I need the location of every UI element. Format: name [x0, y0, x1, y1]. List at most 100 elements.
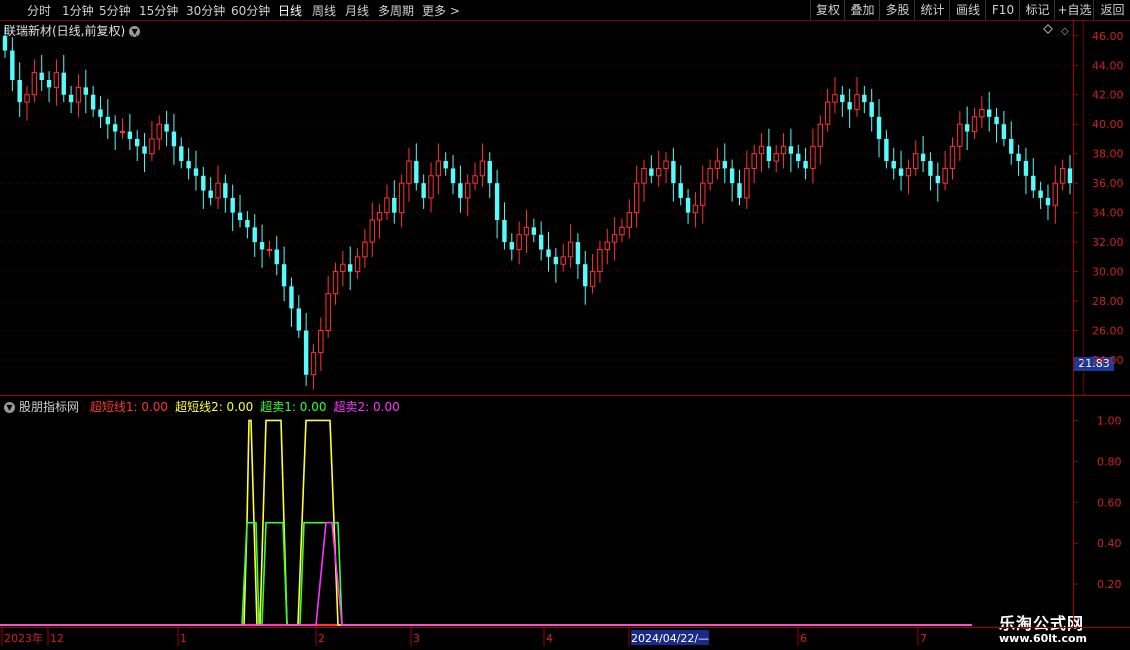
indicator-line-2	[0, 521, 972, 626]
candle-body-84	[619, 226, 625, 236]
candle-body-93	[685, 197, 691, 213]
candle-body-89	[655, 167, 662, 177]
candle-body-69	[509, 242, 514, 250]
candle-body-126	[928, 161, 933, 176]
candle-body-135	[994, 116, 999, 125]
candle-body-9	[68, 94, 74, 103]
candle-body-25	[186, 161, 191, 169]
candle-body-141	[1038, 190, 1043, 198]
candle-body-102	[751, 153, 757, 169]
candle-body-14	[105, 116, 111, 125]
candle-body-108	[796, 153, 801, 162]
candle-body-15	[112, 124, 118, 132]
candle-body-47	[348, 264, 353, 272]
candle-body-23	[171, 131, 177, 147]
candle-body-97	[714, 160, 721, 169]
candle-body-56	[414, 161, 419, 184]
candle-body-48	[354, 256, 361, 273]
timeline-label-4: 3	[413, 632, 420, 645]
candle-body-74	[546, 249, 551, 257]
candle-body-49	[362, 241, 368, 258]
candle-body-24	[179, 146, 184, 162]
candle-body-67	[494, 183, 500, 221]
candle-body-77	[567, 241, 574, 258]
candle-body-104	[766, 146, 772, 162]
timeline-label-0: 2023年	[4, 631, 43, 645]
candle-body-138	[1016, 153, 1021, 162]
candle-body-21	[156, 123, 162, 140]
ind-tick-label-4: 1.00	[1097, 414, 1122, 427]
price-tick-label-5: 34.00	[1092, 207, 1124, 220]
candle-body-127	[935, 175, 940, 184]
candle-body-51	[376, 212, 383, 221]
candle-body-61	[450, 168, 456, 184]
candle-body-11	[83, 87, 88, 95]
candle-body-58	[428, 175, 434, 199]
candle-body-62	[458, 183, 463, 198]
candle-body-38	[281, 264, 287, 287]
candle-body-86	[633, 182, 640, 214]
price-tick-label-8: 40.00	[1092, 118, 1124, 131]
candle-body-129	[949, 145, 956, 169]
candle-body-66	[487, 161, 492, 184]
candle-body-143	[1052, 182, 1059, 206]
price-tick-label-0: 24.00	[1092, 354, 1124, 367]
candle-body-26	[193, 168, 199, 176]
price-tick-label-9: 42.00	[1092, 89, 1124, 102]
candle-body-114	[840, 94, 845, 103]
candle-body-88	[649, 168, 654, 176]
candle-body-20	[149, 138, 155, 155]
candle-body-63	[465, 182, 471, 199]
price-tick-label-6: 36.00	[1092, 177, 1124, 190]
candle-body-0	[2, 35, 8, 51]
candle-body-50	[369, 219, 375, 243]
price-tick-label-4: 32.00	[1092, 236, 1124, 249]
price-tick-label-11: 46.00	[1092, 30, 1124, 43]
chart-canvas: ◇24.0026.0028.0030.0032.0034.0036.0038.0…	[0, 20, 1130, 646]
ind-tick-label-3: 0.80	[1097, 455, 1122, 468]
candle-body-64	[472, 175, 478, 184]
candle-body-53	[392, 197, 397, 213]
candle-body-30	[223, 183, 228, 198]
candle-body-54	[398, 182, 405, 214]
ind-tick-label-1: 0.40	[1097, 537, 1122, 550]
candle-body-75	[553, 256, 559, 265]
candle-body-112	[824, 101, 831, 125]
candle-body-8	[61, 72, 66, 95]
candle-body-35	[259, 242, 265, 250]
candle-body-57	[421, 183, 426, 198]
indicator-line-3	[0, 521, 972, 626]
candle-body-68	[502, 220, 507, 243]
price-tick-label-7: 38.00	[1092, 148, 1124, 161]
candle-body-33	[245, 220, 250, 228]
candle-body-5	[39, 72, 44, 81]
candle-body-101	[744, 167, 750, 199]
candle-body-32	[237, 212, 243, 221]
candle-body-3	[24, 94, 30, 103]
candle-body-87	[641, 167, 647, 184]
candle-body-41	[303, 330, 309, 375]
candle-body-105	[773, 153, 779, 162]
timeline-label-7: 6	[800, 632, 807, 645]
timeline-label-8: 7	[920, 632, 927, 645]
candle-body-139	[1023, 161, 1029, 176]
candle-body-133	[979, 108, 985, 118]
indicator-line-1	[0, 419, 972, 626]
candle-body-121	[891, 161, 896, 169]
candle-body-4	[31, 72, 38, 96]
candle-body-106	[780, 145, 787, 155]
candle-body-144	[1059, 167, 1066, 184]
candle-body-31	[230, 197, 235, 213]
candle-body-7	[53, 72, 60, 88]
candle-body-28	[208, 190, 213, 198]
candle-body-99	[729, 168, 735, 184]
candle-body-111	[817, 123, 823, 147]
diamond-icon	[1043, 24, 1053, 34]
candle-body-110	[810, 145, 816, 169]
candle-body-22	[164, 124, 169, 132]
candle-body-91	[671, 161, 676, 184]
price-tick-label-10: 44.00	[1092, 59, 1124, 72]
candle-body-80	[589, 271, 596, 287]
price-tick-label-1: 26.00	[1092, 325, 1124, 338]
candle-body-95	[700, 182, 706, 206]
